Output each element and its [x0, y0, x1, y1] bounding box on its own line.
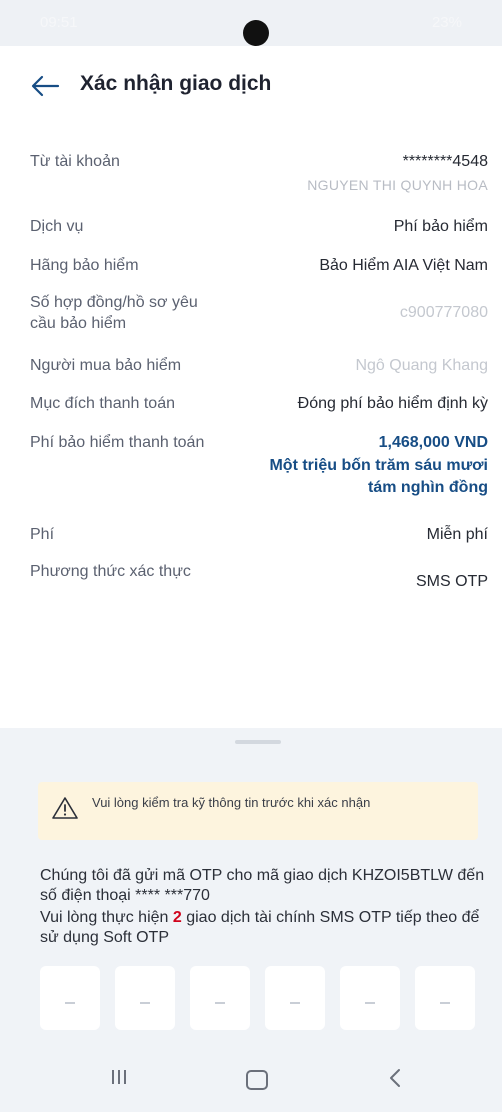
- detail-value: c900777080: [399, 304, 488, 321]
- otp-digit-input-2[interactable]: [115, 966, 175, 1030]
- account-number: ********4548: [402, 153, 488, 170]
- otp-digit-input-5[interactable]: [340, 966, 400, 1030]
- status-battery: 23%: [431, 14, 462, 31]
- detail-value: Đóng phí bảo hiểm định kỳ: [297, 395, 488, 412]
- system-nav-bar: [0, 1050, 502, 1112]
- detail-label: Số hợp đồng/hồ sơ yêu cầu bảo hiểm: [30, 294, 198, 332]
- home-icon[interactable]: [246, 1070, 268, 1090]
- otp-placeholder-dash: [440, 1002, 450, 1004]
- detail-label: Từ tài khoản: [30, 153, 120, 170]
- otp-digit-input-6[interactable]: [415, 966, 475, 1030]
- account-holder: NGUYEN THI QUYNH HOA: [307, 177, 488, 193]
- detail-label: Hãng bảo hiểm: [30, 257, 139, 274]
- warning-triangle-icon: [52, 797, 78, 819]
- warning-text: Vui lòng kiểm tra kỹ thông tin trước khi…: [92, 795, 371, 810]
- otp-digit-input-4[interactable]: [265, 966, 325, 1030]
- status-time: 09:51: [40, 14, 78, 31]
- detail-value: Ngô Quang Khang: [355, 357, 488, 374]
- detail-label: Người mua bảo hiểm: [30, 357, 182, 374]
- detail-label: Phương thức xác thực: [30, 563, 191, 580]
- system-back-icon[interactable]: [388, 1068, 402, 1088]
- detail-value: Phí bảo hiểm: [393, 218, 488, 235]
- sheet-drag-handle[interactable]: [235, 740, 281, 744]
- otp-placeholder-dash: [215, 1002, 225, 1004]
- otp-message: Chúng tôi đã gửi mã OTP cho mã giao dịch…: [40, 866, 490, 950]
- detail-label: Phí: [30, 526, 55, 543]
- detail-label: Phí bảo hiểm thanh toán: [30, 434, 205, 451]
- detail-label: Dịch vụ: [30, 218, 84, 235]
- soft-otp-prefix: Vui lòng thực hiện: [40, 909, 173, 926]
- recent-apps-icon[interactable]: [110, 1068, 128, 1086]
- otp-placeholder-dash: [140, 1002, 150, 1004]
- otp-input-group: [40, 966, 476, 1030]
- otp-placeholder-dash: [65, 1002, 75, 1004]
- detail-value: Bảo Hiểm AIA Việt Nam: [319, 257, 488, 274]
- premium-amount: 1,468,000 VND: [378, 434, 488, 451]
- otp-sent-message: Chúng tôi đã gửi mã OTP cho mã giao dịch…: [40, 867, 485, 904]
- detail-value: 1,468,000 VND Một triệu bốn trăm sáu mươ…: [258, 432, 488, 499]
- otp-placeholder-dash: [290, 1002, 300, 1004]
- otp-digit-input-3[interactable]: [190, 966, 250, 1030]
- page-title: Xác nhận giao dịch: [80, 72, 272, 95]
- otp-digit-input-1[interactable]: [40, 966, 100, 1030]
- detail-value: SMS OTP: [415, 573, 488, 590]
- detail-value: Miễn phí: [426, 526, 488, 543]
- camera-cutout: [243, 20, 269, 46]
- otp-placeholder-dash: [365, 1002, 375, 1004]
- detail-value: ********4548 NGUYEN THI QUYNH HOA: [307, 151, 488, 196]
- app-header: Xác nhận giao dịch: [0, 46, 502, 126]
- soft-otp-count: 2: [172, 909, 182, 926]
- detail-label: Mục đích thanh toán: [30, 395, 175, 412]
- warning-banner: Vui lòng kiểm tra kỹ thông tin trước khi…: [38, 782, 478, 840]
- soft-otp-message: Vui lòng thực hiện 2 giao dịch tài chính…: [40, 908, 490, 948]
- premium-amount-words: Một triệu bốn trăm sáu mươi tám nghìn đồ…: [269, 457, 488, 496]
- back-arrow-icon[interactable]: [30, 74, 60, 98]
